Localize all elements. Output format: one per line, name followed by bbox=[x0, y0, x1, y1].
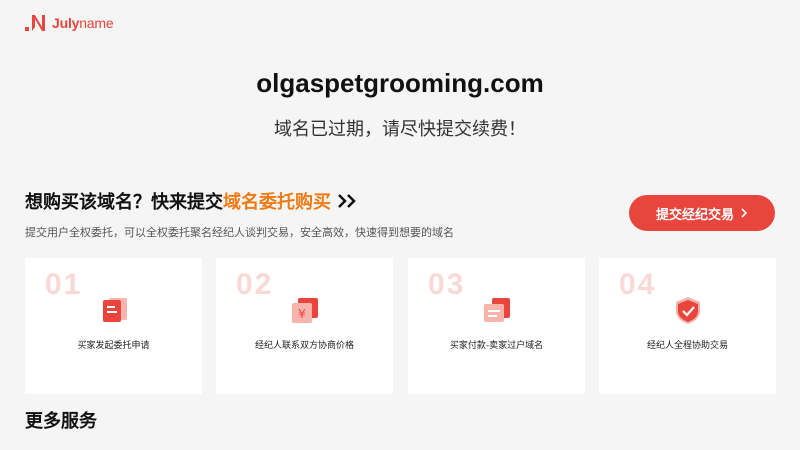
step-label: 经纪人全程协助交易 bbox=[646, 341, 728, 351]
domain-name: olgaspetgrooming.com bbox=[256, 68, 544, 98]
step-number: 01 bbox=[45, 268, 83, 301]
buy-heading-prefix: 想购买该域名？快来提交 bbox=[25, 192, 223, 213]
logo[interactable]: Julyname bbox=[24, 13, 114, 33]
step-label: 经纪人联系双方协商价格 bbox=[254, 341, 354, 351]
step-card-4: 04 经纪人全程协助交易 bbox=[599, 258, 776, 394]
status-message: 域名已过期，请尽快提交续费！ bbox=[274, 119, 526, 140]
yuan-icon: ¥ bbox=[291, 298, 318, 323]
buy-heading-highlight: 域名委托购买 bbox=[223, 192, 331, 213]
step-number: 02 bbox=[236, 268, 274, 301]
step-number: 03 bbox=[428, 268, 466, 301]
step-label: 买家发起委托申请 bbox=[77, 341, 150, 351]
submit-brokerage-label: 提交经纪交易 bbox=[655, 206, 734, 222]
transfer-icon bbox=[483, 298, 510, 322]
step-card-3: 03 买家付款-卖家过户域名 bbox=[408, 258, 585, 394]
step-number: 04 bbox=[619, 268, 657, 301]
shield-check-icon bbox=[675, 297, 700, 324]
step-label: 买家付款-卖家过户域名 bbox=[449, 341, 544, 351]
submit-brokerage-button[interactable]: 提交经纪交易 bbox=[629, 195, 775, 231]
step-card-2: 02 ¥ 经纪人联系双方协商价格 bbox=[216, 258, 393, 394]
step-card-1: 01 买家发起委托申请 bbox=[25, 258, 202, 394]
more-services-heading: 更多服务 bbox=[25, 411, 97, 432]
chevron-right-icon bbox=[741, 208, 748, 218]
double-chevron-right-icon bbox=[338, 194, 356, 208]
julyname-logo-icon bbox=[25, 15, 45, 31]
svg-text:¥: ¥ bbox=[298, 307, 306, 321]
buy-section-subtitle: 提交用户全权委托，可以全权委托聚名经纪人谈判交易，安全高效，快速得到想要的域名 bbox=[25, 226, 454, 239]
buy-section-heading: 想购买该域名？快来提交 域名委托购买 bbox=[25, 188, 359, 214]
document-icon bbox=[102, 298, 127, 322]
logo-text: Julyname bbox=[52, 15, 114, 31]
